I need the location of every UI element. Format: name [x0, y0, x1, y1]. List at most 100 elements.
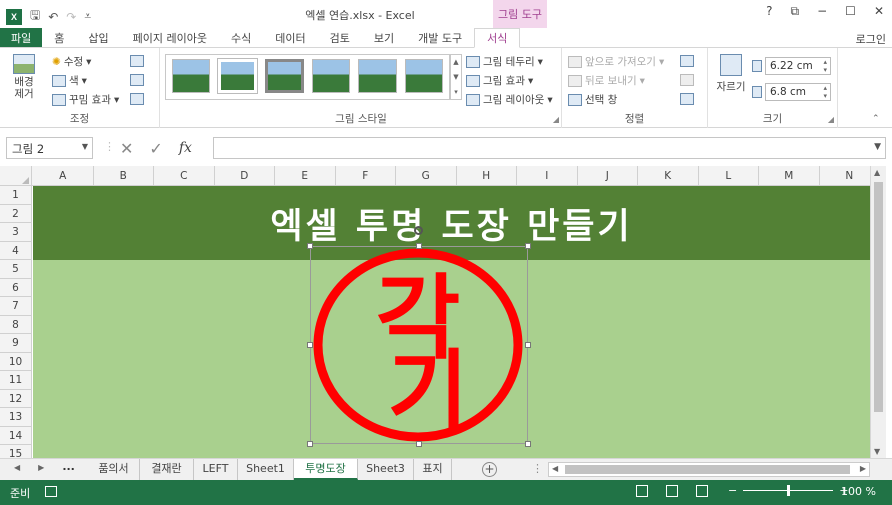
horizontal-scroll-thumb[interactable] [565, 465, 850, 474]
shape-width-input[interactable]: 6.8 cm ▴ ▾ [765, 83, 831, 101]
height-spinner-icon[interactable]: ▴ ▾ [823, 58, 827, 74]
close-icon[interactable]: ✕ [874, 4, 884, 19]
column-header-e[interactable]: E [275, 166, 336, 186]
save-icon[interactable]: 🖫 [30, 6, 40, 27]
row-header-10[interactable]: 10 [0, 352, 32, 371]
picture-style-thumb[interactable] [217, 58, 259, 94]
picture-style-thumb[interactable] [404, 59, 444, 93]
tab-data[interactable]: 데이터 [263, 28, 317, 47]
row-header-3[interactable]: 3 [0, 223, 32, 242]
send-backward-button[interactable]: 뒤로 보내기 ▾ [568, 73, 645, 88]
resize-handle-se[interactable] [525, 441, 531, 447]
gallery-more-icon[interactable]: ▾ [454, 88, 458, 96]
remove-background-button[interactable]: 배경 제거 [8, 54, 40, 100]
select-all-button[interactable] [0, 166, 32, 186]
zoom-knob[interactable] [787, 485, 791, 496]
tab-home[interactable]: 홈 [42, 28, 76, 47]
tab-format[interactable]: 서식 [474, 28, 521, 48]
resize-handle-w[interactable] [307, 342, 313, 348]
resize-handle-ne[interactable] [525, 243, 531, 249]
column-header-b[interactable]: B [94, 166, 154, 186]
sheet-tab-sheet1[interactable]: Sheet1 [238, 459, 294, 480]
sheet-tab-투명도장[interactable]: 투명도장 [294, 459, 358, 480]
group-icon[interactable] [680, 74, 694, 86]
selection-pane-button[interactable]: 선택 창 [568, 92, 617, 107]
scroll-up-icon[interactable]: ▲ [874, 168, 880, 177]
picture-style-thumb[interactable] [311, 59, 351, 93]
picture-selection-frame[interactable] [310, 246, 528, 444]
normal-view-icon[interactable] [636, 485, 648, 497]
row-header-12[interactable]: 12 [0, 389, 32, 408]
bring-forward-button[interactable]: 앞으로 가져오기 ▾ [568, 54, 664, 69]
maximize-icon[interactable]: ☐ [845, 4, 856, 19]
tab-formulas[interactable]: 수식 [219, 28, 263, 47]
name-box[interactable]: 그림 2 ▼ [6, 137, 93, 159]
zoom-out-icon[interactable]: − [728, 484, 737, 497]
minimize-icon[interactable]: − [817, 4, 827, 19]
scroll-down-icon[interactable]: ▼ [874, 447, 880, 456]
formula-input[interactable]: ▼ [213, 137, 886, 159]
customize-qat-icon[interactable]: ⩡ [84, 9, 91, 24]
prev-sheet-icon[interactable]: ◀ [14, 463, 20, 473]
column-header-f[interactable]: F [336, 166, 396, 186]
size-launcher-icon[interactable]: ◢ [828, 115, 834, 124]
column-header-c[interactable]: C [154, 166, 215, 186]
picture-style-thumb[interactable] [265, 59, 304, 93]
resize-handle-n[interactable] [416, 243, 422, 249]
zoom-track[interactable] [743, 485, 834, 496]
crop-button[interactable]: 자르기 [714, 54, 748, 94]
column-header-h[interactable]: H [457, 166, 517, 186]
width-spinner-icon[interactable]: ▴ ▾ [823, 84, 827, 100]
rotate-handle[interactable] [414, 226, 423, 235]
row-header-2[interactable]: 2 [0, 204, 32, 223]
picture-styles-launcher-icon[interactable]: ◢ [553, 115, 559, 124]
column-header-d[interactable]: D [215, 166, 275, 186]
tab-developer[interactable]: 개발 도구 [406, 28, 474, 47]
enter-icon[interactable]: ✓ [149, 139, 162, 158]
shape-height-input[interactable]: 6.22 cm ▴ ▾ [765, 57, 831, 75]
resize-handle-nw[interactable] [307, 243, 313, 249]
artistic-effects-button[interactable]: 꾸밈 효과 ▾ [52, 92, 119, 107]
row-header-15[interactable]: 15 [0, 445, 32, 458]
column-header-i[interactable]: I [517, 166, 578, 186]
row-header-1[interactable]: 1 [0, 186, 32, 205]
page-layout-view-icon[interactable] [666, 485, 678, 497]
sheet-tab-sheet3[interactable]: Sheet3 [358, 459, 414, 480]
insert-function-icon[interactable]: fx [179, 140, 192, 156]
resize-handle-s[interactable] [416, 441, 422, 447]
sheet-tab-결재란[interactable]: 결재란 [140, 459, 194, 480]
vertical-scroll-thumb[interactable] [874, 182, 883, 412]
row-header-5[interactable]: 5 [0, 260, 32, 279]
help-icon[interactable]: ? [766, 4, 772, 19]
cancel-icon[interactable]: ✕ [120, 139, 133, 158]
column-header-m[interactable]: M [759, 166, 820, 186]
undo-icon[interactable]: ↶ [48, 10, 58, 24]
change-picture-icon[interactable] [130, 74, 144, 86]
row-header-8[interactable]: 8 [0, 315, 32, 334]
gallery-up-icon[interactable]: ▲ [453, 58, 458, 66]
column-header-l[interactable]: L [699, 166, 759, 186]
gallery-down-icon[interactable]: ▼ [453, 73, 458, 81]
compress-pictures-icon[interactable] [130, 55, 144, 67]
vertical-scrollbar[interactable]: ▲ ▼ [870, 166, 886, 458]
sheet-tab-표지[interactable]: 표지 [414, 459, 452, 480]
picture-style-thumb[interactable] [358, 59, 397, 93]
column-header-k[interactable]: K [638, 166, 699, 186]
resize-handle-e[interactable] [525, 342, 531, 348]
expand-formula-bar-icon[interactable]: ▼ [874, 142, 881, 152]
tab-review[interactable]: 검토 [318, 28, 362, 47]
new-sheet-icon[interactable]: + [482, 462, 497, 477]
more-sheets-button[interactable]: ... [62, 460, 75, 473]
row-header-9[interactable]: 9 [0, 334, 32, 353]
color-button[interactable]: 색 ▾ [52, 73, 87, 88]
tab-view[interactable]: 보기 [362, 28, 406, 47]
sheet-tab-품의서[interactable]: 품의서 [88, 459, 140, 480]
zoom-slider[interactable]: − + [728, 484, 848, 497]
picture-layout-button[interactable]: 그림 레이아웃 ▾ [466, 92, 553, 107]
zoom-level[interactable]: 100 % [841, 485, 876, 498]
picture-style-thumb[interactable] [172, 59, 211, 93]
redo-icon[interactable]: ↷ [66, 10, 76, 24]
corrections-button[interactable]: ✺ 수정 ▾ [52, 54, 91, 69]
login-link[interactable]: 로그인 [856, 31, 886, 47]
tab-insert[interactable]: 삽입 [76, 28, 120, 47]
